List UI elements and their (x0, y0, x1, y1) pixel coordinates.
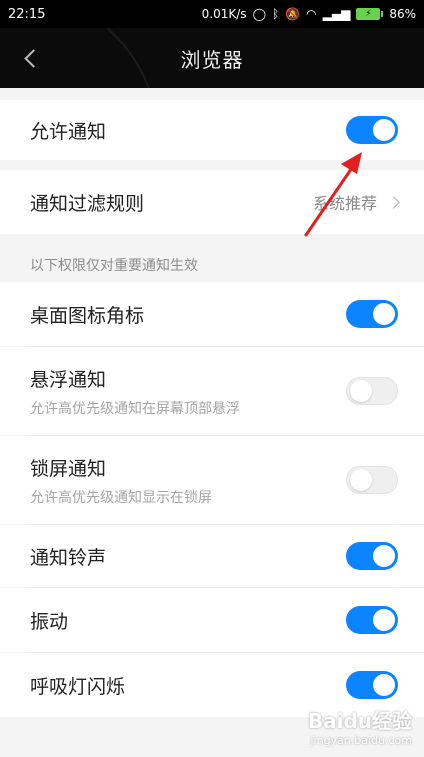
ringtone-toggle[interactable] (346, 542, 398, 570)
watermark: Baidu经验 jingyan.baidu.com (308, 705, 412, 747)
row-label: 允许通知 (30, 120, 107, 143)
bluetooth-icon: ᛒ (272, 7, 280, 21)
watermark-logo: Baidu经验 (307, 709, 412, 733)
row-desktop-badge[interactable]: 桌面图标角标 (0, 282, 424, 346)
row-allow-notifications[interactable]: 允许通知 (0, 100, 424, 160)
wifi-icon: ◠ (306, 7, 317, 21)
row-label: 桌面图标角标 (30, 304, 145, 327)
section-caption: 以下权限仅对重要通知生效 (30, 258, 198, 274)
desktop-badge-toggle[interactable] (346, 300, 398, 328)
allow-notifications-toggle[interactable] (346, 116, 398, 144)
row-label: 通知铃声 (30, 546, 107, 569)
battery-icon: ⚡ (356, 8, 384, 20)
row-filter-rules[interactable]: 通知过滤规则 系统推荐 (0, 170, 424, 234)
battery-percent: 86% (389, 7, 416, 21)
row-label: 悬浮通知 (30, 368, 107, 391)
page-title: 浏览器 (180, 47, 244, 72)
row-label: 振动 (30, 610, 69, 633)
chevron-right-icon (387, 195, 400, 209)
row-lockscreen-notification[interactable]: 锁屏通知 允许高优先级通知显示在锁屏 (0, 436, 424, 524)
row-sublabel: 允许高优先级通知在屏幕顶部悬浮 (30, 400, 240, 417)
back-button[interactable] (20, 46, 42, 70)
row-label: 通知过滤规则 (30, 192, 145, 215)
watermark-url: jingyan.baidu.com (310, 734, 412, 747)
battery-charging-icon: ⚡ (365, 9, 372, 19)
row-label: 呼吸灯闪烁 (30, 675, 126, 698)
signal-icon: ▂▄▆ (322, 7, 351, 21)
row-label: 锁屏通知 (30, 457, 107, 480)
app-header: 浏览器 (0, 28, 424, 88)
row-ringtone[interactable]: 通知铃声 (0, 525, 424, 587)
status-bar: 22:15 0.01K/s ◯ ᛒ 🔕 ◠ ▂▄▆ ⚡ 86% (0, 0, 424, 28)
status-right: 0.01K/s ◯ ᛒ 🔕 ◠ ▂▄▆ ⚡ 86% (202, 8, 416, 20)
row-sublabel: 允许高优先级通知显示在锁屏 (30, 489, 212, 506)
net-speed: 0.01K/s (201, 7, 247, 21)
lockscreen-notification-toggle[interactable] (346, 466, 398, 494)
breathing-light-toggle[interactable] (346, 671, 398, 699)
mute-icon: 🔕 (285, 7, 301, 21)
vibrate-toggle[interactable] (346, 606, 398, 634)
status-time: 22:15 (8, 6, 46, 22)
row-vibrate[interactable]: 振动 (0, 588, 424, 652)
floating-notification-toggle[interactable] (346, 377, 398, 405)
row-floating-notification[interactable]: 悬浮通知 允许高优先级通知在屏幕顶部悬浮 (0, 347, 424, 435)
dnd-icon: ◯ (252, 7, 266, 21)
filter-rules-value: 系统推荐 (312, 194, 377, 213)
